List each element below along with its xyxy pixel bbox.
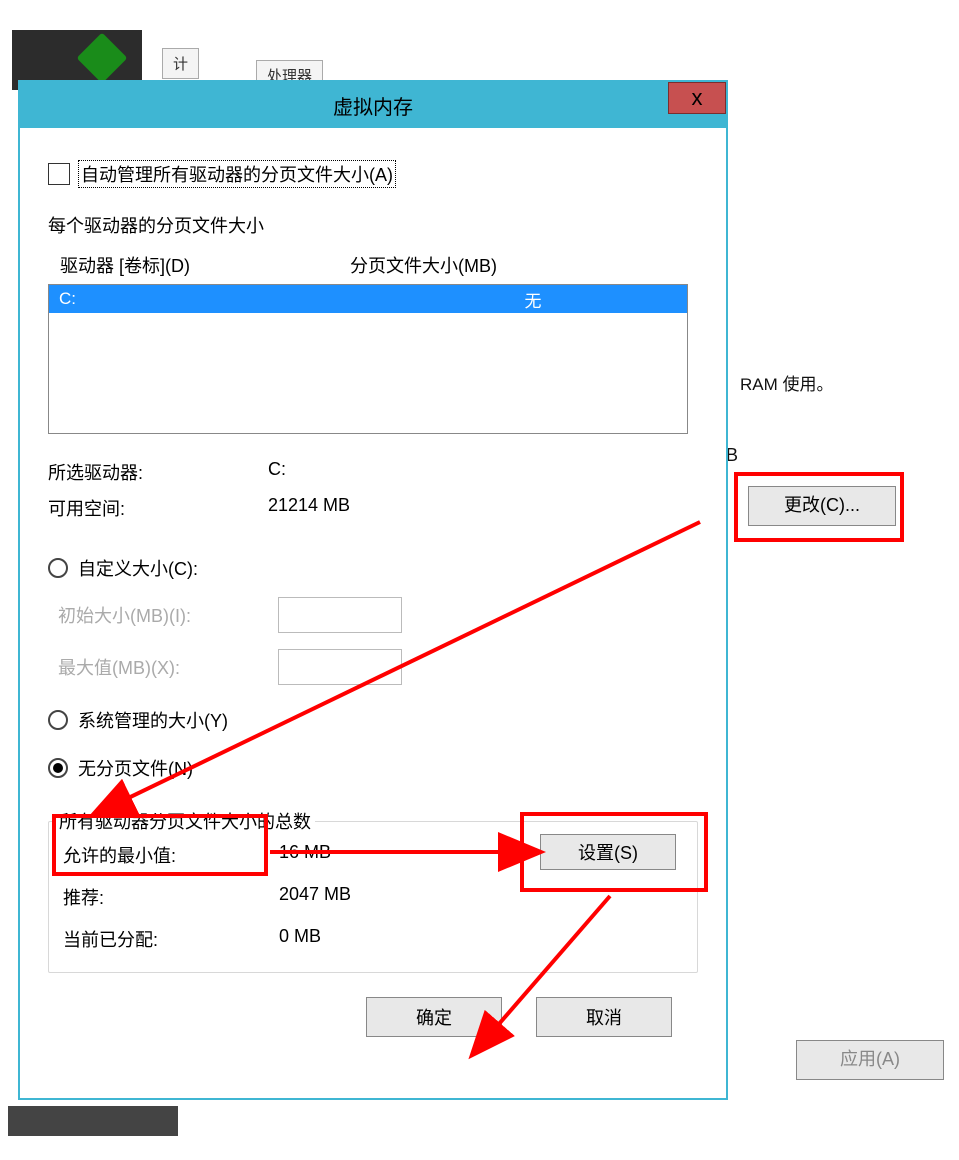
free-space-value: 21214 MB [268,495,350,521]
bg-ram-label: RAM 使用。 [740,370,834,395]
free-space-label: 可用空间: [48,495,268,521]
totals-title: 所有驱动器分页文件大小的总数 [55,808,315,834]
section-label: 每个驱动器的分页文件大小 [48,212,698,238]
selected-drive-label: 所选驱动器: [48,459,268,485]
rec-value: 2047 MB [279,884,351,910]
ok-button[interactable]: 确定 [366,997,502,1037]
radio-icon [48,758,68,778]
max-size-input [278,649,402,685]
auto-manage-label: 自动管理所有驱动器的分页文件大小(A) [78,160,396,188]
change-button-bg[interactable]: 更改(C)... [748,486,896,526]
bg-bottom-bar [8,1106,178,1136]
drive-row-c[interactable]: C: 无 [49,285,687,313]
set-button[interactable]: 设置(S) [540,834,676,870]
radio-icon [48,710,68,730]
initial-size-label: 初始大小(MB)(I): [58,602,278,628]
drive-list[interactable]: C: 无 [48,284,688,434]
selected-drive-value: C: [268,459,286,485]
radio-icon [48,558,68,578]
close-icon: x [692,85,703,111]
close-button[interactable]: x [668,82,726,114]
virtual-memory-dialog: 虚拟内存 x 自动管理所有驱动器的分页文件大小(A) 每个驱动器的分页文件大小 … [18,80,728,1100]
cancel-button[interactable]: 取消 [536,997,672,1037]
radio-none-label: 无分页文件(N) [78,755,193,781]
radio-custom-size[interactable]: 自定义大小(C): [48,555,698,581]
radio-system-managed[interactable]: 系统管理的大小(Y) [48,707,698,733]
radio-system-label: 系统管理的大小(Y) [78,707,228,733]
drive-value: 无 [389,287,677,312]
rec-label: 推荐: [63,884,279,910]
bg-tab-calc: 计 [162,48,199,79]
header-size: 分页文件大小(MB) [350,252,497,278]
header-drive: 驱动器 [卷标](D) [60,252,350,278]
radio-custom-label: 自定义大小(C): [78,555,198,581]
cur-label: 当前已分配: [63,926,279,952]
cur-value: 0 MB [279,926,321,952]
radio-no-paging-file[interactable]: 无分页文件(N) [48,755,698,781]
titlebar: 虚拟内存 x [20,82,726,128]
apply-button-bg[interactable]: 应用(A) [796,1040,944,1080]
drive-name: C: [59,289,389,309]
min-value: 16 MB [279,842,331,868]
max-size-label: 最大值(MB)(X): [58,654,278,680]
initial-size-input [278,597,402,633]
min-label: 允许的最小值: [63,842,279,868]
dialog-content: 自动管理所有驱动器的分页文件大小(A) 每个驱动器的分页文件大小 驱动器 [卷标… [20,128,726,1047]
auto-manage-checkbox[interactable] [48,163,70,185]
dialog-title: 虚拟内存 [333,91,413,120]
